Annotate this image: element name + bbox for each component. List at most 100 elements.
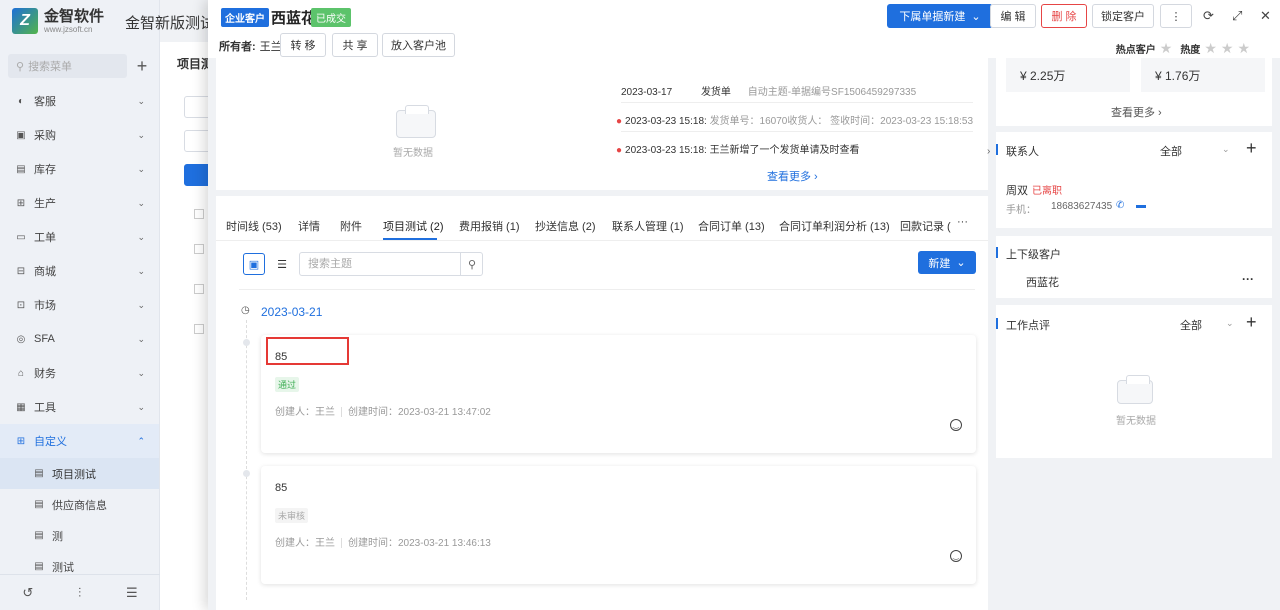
phone-icon[interactable]: ✆ [1116, 200, 1124, 211]
logo-name: 金智软件 [44, 7, 105, 25]
add-to-pool-button[interactable]: 放入客户池 [382, 33, 455, 57]
more-actions-button[interactable]: ⋮ [1160, 4, 1192, 28]
contact-name[interactable]: 周双 [1006, 182, 1028, 198]
edit-button[interactable]: 编 辑 [990, 4, 1036, 28]
star-icon[interactable]: ★ [1237, 40, 1250, 57]
submenu-item-ce[interactable]: ▤ 测 [0, 520, 159, 551]
section-marker [996, 318, 998, 329]
cart-icon: ▣ [16, 129, 26, 141]
see-more-link[interactable]: 查看更多 › [767, 168, 818, 184]
tab-cc-info[interactable]: 抄送信息 (2) [535, 218, 596, 234]
contact-phone: 18683627435 [1051, 201, 1113, 212]
submenu-item-supplier[interactable]: ▤ 供应商信息 [0, 489, 159, 520]
collapse-menu-icon[interactable]: ☰ [126, 585, 138, 601]
tab-more[interactable]: ··· [957, 216, 968, 228]
market-icon: ⊡ [16, 299, 26, 311]
record-value: 85 [275, 351, 288, 363]
topic-search-input[interactable] [299, 252, 483, 276]
new-downstream-document-button[interactable]: 下属单据新建 ⌄ [887, 4, 993, 28]
chevron-down-icon: ⌄ [137, 95, 145, 106]
add-review-button[interactable]: + [1246, 312, 1257, 333]
chevron-down-icon: ⌄ [137, 401, 145, 412]
settings-sliders-icon[interactable]: ⫶ [78, 585, 81, 601]
refresh-icon[interactable]: ⟳ [1203, 8, 1214, 24]
menu-search-input[interactable]: ⚲ 搜索菜单 [8, 54, 127, 78]
menu-item-tool[interactable]: ▦ 工具 ⌄ [0, 390, 159, 424]
menu-item-ticket[interactable]: ▭ 工单 ⌄ [0, 220, 159, 254]
menu-item-custom[interactable]: ⊞ 自定义 ⌃ [0, 424, 159, 458]
menu-item-production[interactable]: ⊞ 生产 ⌄ [0, 186, 159, 220]
see-more-link[interactable]: 查看更多 › [1111, 104, 1162, 120]
phone-label: 手机： [1006, 205, 1036, 216]
tab-timeline[interactable]: 时间线 (53) [226, 218, 282, 234]
comment-icon[interactable]: ‿ [950, 550, 962, 562]
transfer-button[interactable]: 转 移 [280, 33, 326, 57]
section-marker [996, 247, 998, 258]
logo-url: www.jzsoft.cn [44, 24, 93, 34]
star-icon[interactable]: ★ [1221, 40, 1234, 57]
record-card[interactable]: 85 通过 创建人：王兰 创建时间：2023-03-21 13:47:02 ‿ [261, 335, 976, 453]
lock-customer-button[interactable]: 锁定客户 [1092, 4, 1154, 28]
menu-item-inventory[interactable]: ▤ 库存 ⌄ [0, 152, 159, 186]
sfa-icon: ◎ [16, 333, 26, 345]
menu-item-sfa[interactable]: ◎ SFA ⌄ [0, 322, 159, 356]
divider [621, 131, 973, 132]
feed-item[interactable]: ● 2023-03-23 15:18: 发货单号：16070收货人： 签收时间：2… [616, 112, 973, 127]
star-icon[interactable]: ★ [1160, 40, 1173, 57]
menu-item-market[interactable]: ⊡ 市场 ⌄ [0, 288, 159, 322]
parent-customer-name[interactable]: 西蓝花 [1026, 274, 1059, 290]
add-menu-button[interactable]: + [133, 56, 151, 77]
tool-icon: ▦ [16, 401, 26, 413]
menu-item-purchase[interactable]: ▣ 采购 ⌄ [0, 118, 159, 152]
customer-type-badge: 企业客户 [221, 8, 269, 27]
empty-text: 暂无数据 [1116, 416, 1156, 427]
chevron-down-icon[interactable]: ⌄ [1222, 144, 1230, 155]
tab-contact-management[interactable]: 联系人管理 (1) [612, 218, 684, 234]
tab-contract-profit[interactable]: 合同订单利润分析 (13) [779, 218, 890, 234]
customer-detail-drawer: 企业客户 西蓝花 已成交 所有者: 王兰 转 移 共 享 放入客户池 下属单据新建… [208, 0, 1280, 610]
tab-project-test[interactable]: 项目测试 (2) [383, 218, 444, 234]
add-contact-button[interactable]: + [1246, 138, 1257, 159]
message-icon[interactable]: ▬ [1136, 200, 1146, 211]
chevron-down-icon: ⌄ [137, 333, 145, 344]
star-icon[interactable]: ★ [1204, 40, 1217, 57]
list-view-icon[interactable]: ☰ [271, 253, 293, 275]
comment-icon[interactable]: ‿ [950, 419, 962, 431]
record-card[interactable]: 85 未审核 创建人：王兰 创建时间：2023-03-21 13:46:13 ‿ [261, 466, 976, 584]
feed-item[interactable]: ● 2023-03-23 15:18: 王兰新增了一个发货单请及时查看 [616, 141, 860, 156]
collapse-panel-icon[interactable]: › [987, 146, 990, 157]
document-icon: ▤ [34, 561, 44, 572]
fullscreen-icon[interactable]: ⤢ [1232, 8, 1242, 24]
tab-details[interactable]: 详情 [298, 218, 320, 234]
contacts-filter[interactable]: 全部 [1160, 143, 1182, 159]
service-icon: ◐ [17, 95, 25, 107]
chevron-down-icon[interactable]: ⌄ [1226, 318, 1234, 329]
history-icon[interactable]: ↺ [22, 585, 33, 601]
create-record-button[interactable]: 新建 ⌄ [918, 251, 976, 274]
menu-item-finance[interactable]: ⌂ 财务 ⌄ [0, 356, 159, 390]
share-button[interactable]: 共 享 [332, 33, 378, 57]
menu-item-shop[interactable]: ⊟ 商城 ⌄ [0, 254, 159, 288]
document-icon: ▤ [34, 499, 44, 510]
empty-box-icon [1117, 375, 1153, 404]
delete-button[interactable]: 删 除 [1041, 4, 1087, 28]
tab-contract-orders[interactable]: 合同订单 (13) [698, 218, 765, 234]
background-checkbox [194, 284, 204, 294]
clock-icon: ◷ [241, 305, 250, 316]
search-icon[interactable]: ⚲ [460, 252, 483, 276]
logo-mark-icon: Z [12, 8, 38, 34]
tab-attachments[interactable]: 附件 [340, 218, 362, 234]
tab-payment-records[interactable]: 回款记录 ( [900, 218, 951, 234]
tab-expense[interactable]: 费用报销 (1) [459, 218, 520, 234]
card-view-icon[interactable]: ▣ [243, 253, 265, 275]
feed-item[interactable]: 2023-03-17 发货单 自动主题-单据编号SF1506459297335 [621, 83, 916, 98]
customer-name: 西蓝花 [271, 10, 317, 27]
customer-heat-rating: 热点客户 ★ 热度 ★ ★ ★ [1115, 40, 1250, 57]
menu-item-service[interactable]: ◐ 客服 ⌄ [0, 84, 159, 118]
finance-icon: ⌂ [17, 367, 25, 379]
submenu-item-project-test[interactable]: ▤ 项目测试 [0, 458, 159, 489]
review-filter[interactable]: 全部 [1180, 317, 1202, 333]
close-icon[interactable]: ✕ [1260, 8, 1271, 24]
owner-info: 所有者: 王兰 [219, 41, 282, 53]
more-options-icon[interactable]: ··· [1242, 272, 1254, 286]
